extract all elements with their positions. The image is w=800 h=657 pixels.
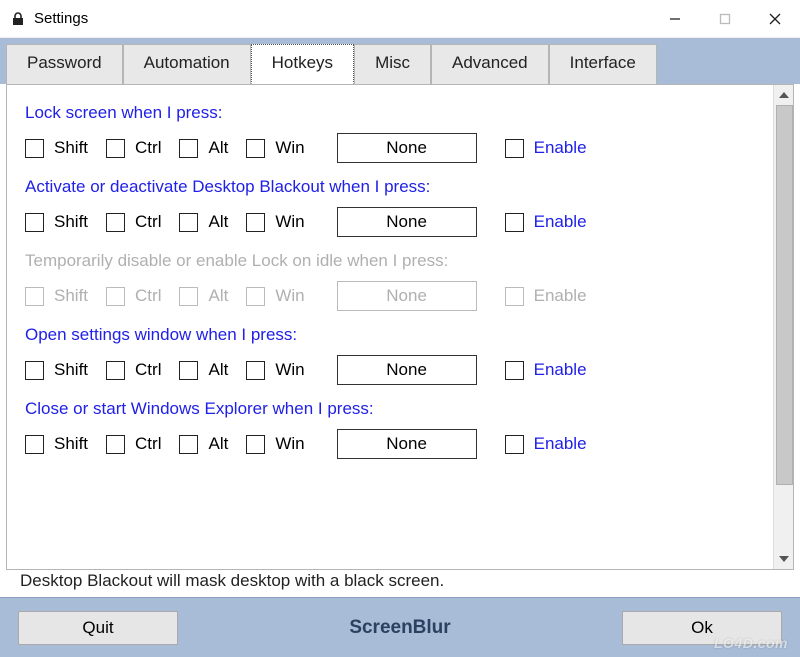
ctrl-checkbox[interactable] [106, 139, 125, 158]
shift-checkbox [25, 287, 44, 306]
quit-button[interactable]: Quit [18, 611, 178, 645]
scroll-down-arrow[interactable] [774, 549, 793, 569]
shift-label: Shift [54, 138, 88, 158]
scroll-up-arrow[interactable] [774, 85, 793, 105]
enable-checkbox[interactable] [505, 139, 524, 158]
win-label: Win [275, 286, 304, 306]
tab-interface[interactable]: Interface [549, 44, 657, 84]
shift-label: Shift [54, 434, 88, 454]
alt-checkbox [179, 287, 198, 306]
section-title: Lock screen when I press: [25, 103, 765, 123]
shift-checkbox[interactable] [25, 361, 44, 380]
titlebar: Settings [0, 0, 800, 38]
scroll-thumb[interactable] [776, 105, 793, 485]
section-title: Temporarily disable or enable Lock on id… [25, 251, 765, 271]
alt-checkbox[interactable] [179, 361, 198, 380]
shift-label: Shift [54, 360, 88, 380]
ctrl-checkbox[interactable] [106, 213, 125, 232]
win-checkbox[interactable] [246, 139, 265, 158]
key-selector[interactable]: None [337, 429, 477, 459]
enable-label: Enable [534, 212, 587, 232]
alt-checkbox[interactable] [179, 139, 198, 158]
shift-checkbox[interactable] [25, 213, 44, 232]
ctrl-checkbox[interactable] [106, 361, 125, 380]
hotkey-row: Shift Ctrl Alt Win None Enable [25, 429, 765, 459]
tab-automation[interactable]: Automation [123, 44, 251, 84]
tab-advanced[interactable]: Advanced [431, 44, 549, 84]
alt-label: Alt [208, 434, 228, 454]
ctrl-label: Ctrl [135, 212, 161, 232]
win-checkbox[interactable] [246, 361, 265, 380]
alt-label: Alt [208, 360, 228, 380]
win-checkbox[interactable] [246, 213, 265, 232]
tab-hotkeys[interactable]: Hotkeys [251, 44, 354, 84]
win-checkbox [246, 287, 265, 306]
section-title: Activate or deactivate Desktop Blackout … [25, 177, 765, 197]
shift-label: Shift [54, 286, 88, 306]
hotkey-row: Shift Ctrl Alt Win None Enable [25, 133, 765, 163]
enable-label: Enable [534, 434, 587, 454]
win-label: Win [275, 212, 304, 232]
shift-label: Shift [54, 212, 88, 232]
vertical-scrollbar[interactable] [773, 85, 793, 569]
tab-password[interactable]: Password [6, 44, 123, 84]
alt-checkbox[interactable] [179, 435, 198, 454]
enable-label: Enable [534, 138, 587, 158]
ctrl-label: Ctrl [135, 138, 161, 158]
ctrl-checkbox [106, 287, 125, 306]
ctrl-label: Ctrl [135, 434, 161, 454]
key-selector[interactable]: None [337, 207, 477, 237]
window-title: Settings [34, 10, 88, 27]
hotkey-row: Shift Ctrl Alt Win None Enable [25, 355, 765, 385]
minimize-button[interactable] [650, 3, 700, 35]
key-selector[interactable]: None [337, 355, 477, 385]
hint-text: Desktop Blackout will mask desktop with … [10, 565, 444, 595]
ctrl-checkbox[interactable] [106, 435, 125, 454]
lock-icon [10, 11, 26, 27]
alt-label: Alt [208, 138, 228, 158]
alt-checkbox[interactable] [179, 213, 198, 232]
win-label: Win [275, 138, 304, 158]
key-selector: None [337, 281, 477, 311]
ctrl-label: Ctrl [135, 286, 161, 306]
ctrl-label: Ctrl [135, 360, 161, 380]
win-label: Win [275, 360, 304, 380]
close-button[interactable] [750, 3, 800, 35]
win-checkbox[interactable] [246, 435, 265, 454]
hotkey-row: Shift Ctrl Alt Win None Enable [25, 207, 765, 237]
shift-checkbox[interactable] [25, 139, 44, 158]
tab-bar: Password Automation Hotkeys Misc Advance… [0, 38, 800, 84]
shift-checkbox[interactable] [25, 435, 44, 454]
maximize-button[interactable] [700, 3, 750, 35]
alt-label: Alt [208, 286, 228, 306]
alt-label: Alt [208, 212, 228, 232]
watermark: LO4D.com [714, 635, 788, 651]
win-label: Win [275, 434, 304, 454]
key-selector[interactable]: None [337, 133, 477, 163]
enable-checkbox[interactable] [505, 361, 524, 380]
enable-checkbox [505, 287, 524, 306]
app-name: ScreenBlur [178, 617, 622, 639]
section-title: Open settings window when I press: [25, 325, 765, 345]
enable-label: Enable [534, 360, 587, 380]
content-area: Lock screen when I press: Shift Ctrl Alt Win… [6, 84, 794, 570]
section-title: Close or start Windows Explorer when I p… [25, 399, 765, 419]
enable-checkbox[interactable] [505, 213, 524, 232]
enable-checkbox[interactable] [505, 435, 524, 454]
footer: Quit ScreenBlur Ok [0, 597, 800, 657]
tab-misc[interactable]: Misc [354, 44, 431, 84]
enable-label: Enable [534, 286, 587, 306]
hotkey-row: Shift Ctrl Alt Win None Enable [25, 281, 765, 311]
